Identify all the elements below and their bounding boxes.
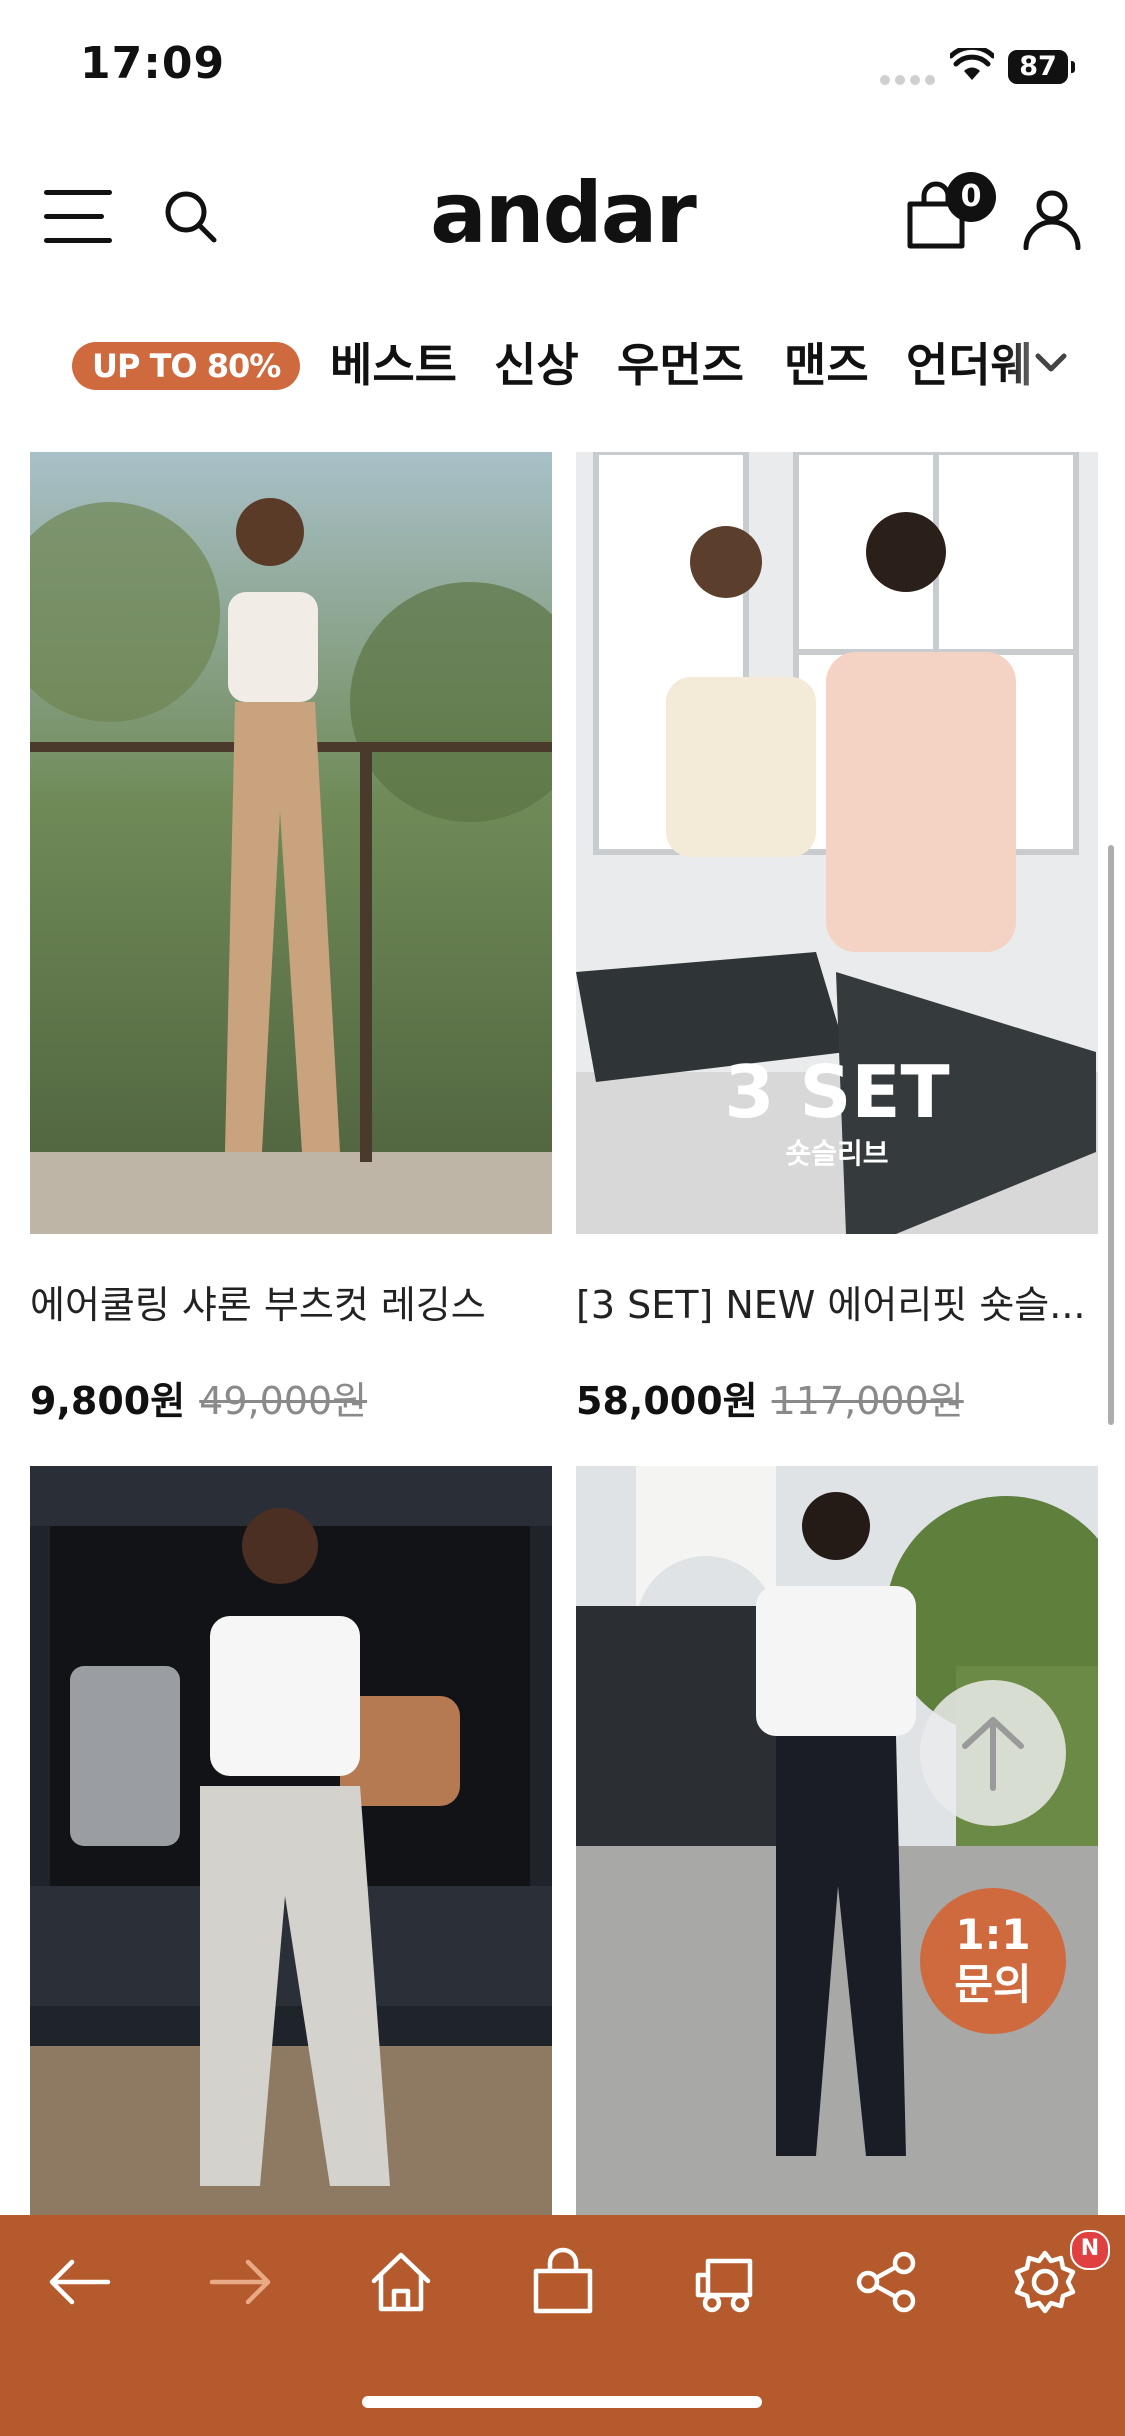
- inquiry-label-line1: 1:1: [955, 1910, 1031, 1959]
- home-indicator: [362, 2396, 762, 2408]
- set-overlay-subtitle: 숏슬리브: [785, 1137, 889, 1170]
- delivery-truck-icon[interactable]: [690, 2247, 760, 2317]
- tab-mens[interactable]: 맨즈: [784, 330, 869, 400]
- tab-new[interactable]: 신상: [494, 330, 579, 400]
- chevron-down-icon[interactable]: [1034, 350, 1068, 376]
- product-image[interactable]: [30, 1466, 552, 2248]
- home-icon[interactable]: [366, 2247, 436, 2317]
- set-overlay-title: 3 SET: [724, 1050, 950, 1134]
- product-name[interactable]: 에어쿨링 샤론 부츠컷 레깅스: [30, 1274, 552, 1329]
- status-time: 17:09: [80, 38, 226, 89]
- cart-count-badge: 0: [946, 172, 996, 222]
- scroll-to-top-button[interactable]: [920, 1680, 1066, 1826]
- battery-indicator: 87: [1008, 50, 1075, 84]
- tab-womens[interactable]: 우먼즈: [617, 330, 744, 400]
- user-icon[interactable]: [1020, 186, 1084, 250]
- product-image[interactable]: [30, 452, 552, 1234]
- wifi-icon: [950, 48, 994, 80]
- status-bar: 17:09 87: [0, 0, 1125, 140]
- sale-price: 9,800원: [30, 1379, 186, 1423]
- product-price: 58,000원 117,000원: [576, 1370, 964, 1425]
- sale-price: 58,000원: [576, 1379, 758, 1423]
- original-price: 49,000원: [199, 1379, 368, 1423]
- shopping-bag-icon[interactable]: [528, 2247, 598, 2317]
- cellular-signal-icon: [880, 70, 940, 89]
- category-nav: UP TO 80% 베스트 신상 우먼즈 맨즈 언더웨: [0, 330, 1125, 400]
- set-overlay: 3 SET 숏슬리브: [576, 1052, 1098, 1172]
- app-header: andar 0: [0, 150, 1125, 280]
- arrow-up-icon: [962, 1717, 1024, 1791]
- product-price: 9,800원 49,000원: [30, 1370, 367, 1425]
- settings-notification-badge: N: [1070, 2230, 1110, 2270]
- promo-badge[interactable]: UP TO 80%: [72, 342, 301, 390]
- back-arrow-icon[interactable]: [44, 2247, 114, 2317]
- share-icon[interactable]: [852, 2247, 922, 2317]
- inquiry-button[interactable]: 1:1 문의: [920, 1888, 1066, 2034]
- original-price: 117,000원: [771, 1379, 964, 1423]
- product-name[interactable]: [3 SET] NEW 에어리핏 숏슬...: [576, 1274, 1098, 1329]
- inquiry-label-line2: 문의: [954, 1960, 1032, 2009]
- scrollbar[interactable]: [1108, 845, 1114, 1425]
- settings-icon[interactable]: [1010, 2247, 1080, 2317]
- tab-best[interactable]: 베스트: [330, 330, 457, 400]
- forward-arrow-icon[interactable]: [206, 2247, 276, 2317]
- product-image[interactable]: [576, 1466, 1098, 2248]
